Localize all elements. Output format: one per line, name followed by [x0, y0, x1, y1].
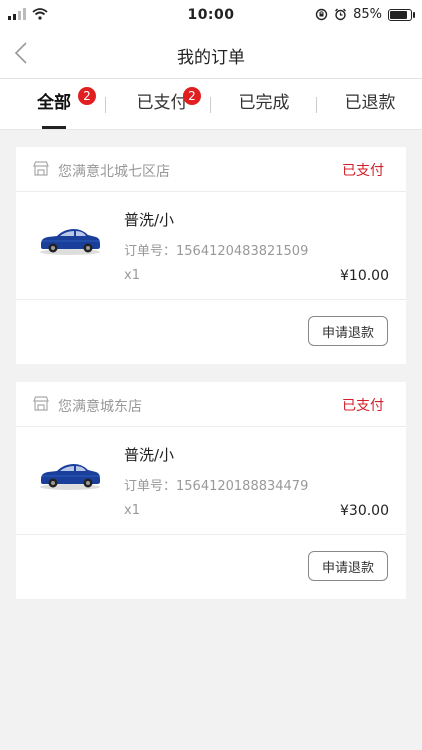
order-card[interactable]: 您满意城东店 已支付 普洗/小 订单号：1564120188834479 x1 … — [16, 382, 406, 599]
tab-completed-label: 已完成 — [238, 93, 290, 113]
alarm-icon — [335, 8, 347, 21]
store-icon — [33, 396, 49, 411]
rotation-lock-icon — [315, 8, 328, 21]
tab-all-label: 全部 — [37, 93, 71, 113]
price: ¥30.00 — [340, 503, 389, 519]
order-card[interactable]: 您满意北城七区店 已支付 普洗/小 订单号：1564120483821509 x… — [16, 147, 406, 364]
tab-divider — [210, 97, 211, 113]
tab-paid-label: 已支付 — [136, 93, 188, 113]
order-card-footer: 申请退款 — [16, 535, 406, 599]
tab-all-badge: 2 — [78, 87, 96, 105]
shop-name[interactable]: 您满意北城七区店 — [58, 161, 170, 181]
quantity: x1 — [124, 268, 140, 283]
status-bar: 10:00 85% — [0, 0, 422, 30]
battery-icon — [388, 8, 415, 21]
order-number: 订单号：1564120188834479 — [124, 479, 309, 494]
refund-button[interactable]: 申请退款 — [308, 316, 388, 346]
tab-divider — [316, 97, 317, 113]
order-item[interactable]: 普洗/小 订单号：1564120188834479 x1 ¥30.00 — [16, 427, 406, 535]
battery-fill — [390, 10, 407, 19]
tab-completed[interactable]: 已完成 — [222, 79, 306, 129]
tab-all[interactable]: 全部 2 — [20, 79, 96, 129]
tab-paid[interactable]: 已支付 2 — [118, 79, 206, 129]
refund-button[interactable]: 申请退款 — [308, 551, 388, 581]
shop-name[interactable]: 您满意城东店 — [58, 396, 142, 416]
tab-refunded[interactable]: 已退款 — [328, 79, 412, 129]
order-card-header: 您满意城东店 已支付 — [16, 382, 406, 427]
order-card-header: 您满意北城七区店 已支付 — [16, 147, 406, 192]
tab-divider — [105, 97, 106, 113]
car-image — [40, 229, 100, 255]
order-status: 已支付 — [342, 398, 384, 414]
order-status: 已支付 — [342, 163, 384, 179]
price: ¥10.00 — [340, 268, 389, 284]
order-item[interactable]: 普洗/小 订单号：1564120483821509 x1 ¥10.00 — [16, 192, 406, 300]
order-number: 订单号：1564120483821509 — [124, 244, 309, 259]
page-title: 我的订单 — [177, 48, 245, 68]
order-card-footer: 申请退款 — [16, 300, 406, 364]
nav-bar: 我的订单 — [0, 30, 422, 79]
store-icon — [33, 161, 49, 176]
product-name: 普洗/小 — [124, 211, 175, 229]
car-image — [40, 464, 100, 490]
tab-refunded-label: 已退款 — [344, 93, 396, 113]
quantity: x1 — [124, 503, 140, 518]
product-name: 普洗/小 — [124, 446, 175, 464]
active-tab-underline — [42, 126, 66, 129]
order-tabs: 全部 2 已支付 2 已完成 已退款 — [0, 79, 422, 130]
status-right: 85% — [315, 7, 415, 22]
tab-paid-badge: 2 — [183, 87, 201, 105]
battery-percent: 85% — [353, 7, 382, 22]
